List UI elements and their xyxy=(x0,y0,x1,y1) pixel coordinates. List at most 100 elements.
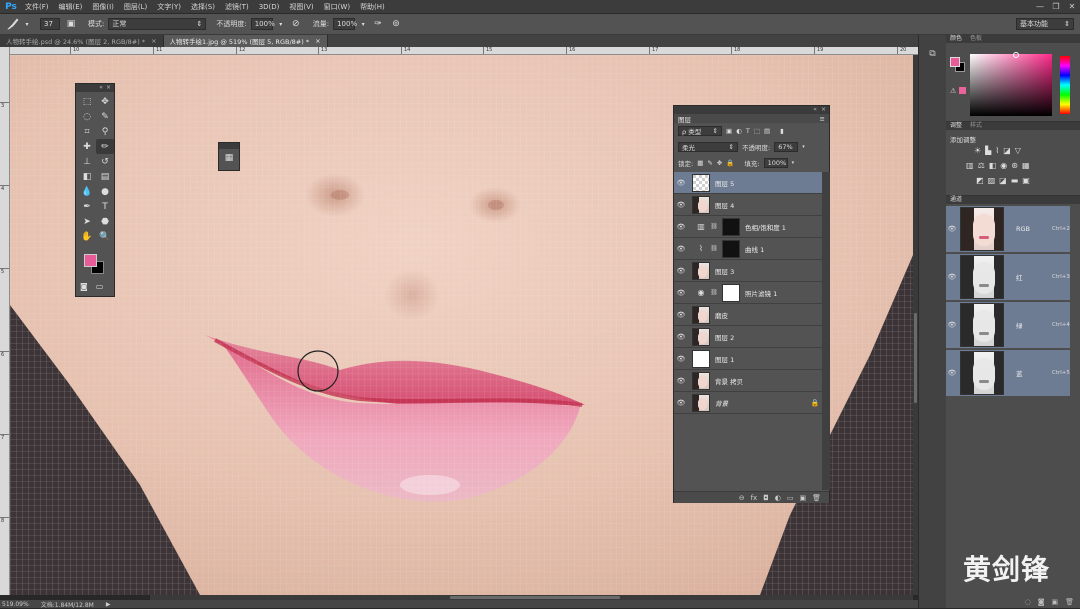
menu-window[interactable]: 窗口(W) xyxy=(319,0,355,14)
eye-icon[interactable]: 👁 xyxy=(674,289,688,297)
filter-toggle-icon[interactable]: ▮ xyxy=(780,127,784,135)
opacity-input[interactable]: 100% xyxy=(250,18,275,30)
new-layer-icon[interactable]: ▣ xyxy=(799,494,806,502)
tab-document-psd[interactable]: 人物转手绘.psd @ 24.6% (图层 2, RGB/8#) * × xyxy=(0,35,164,47)
menu-select[interactable]: 选择(S) xyxy=(186,0,220,14)
menu-help[interactable]: 帮助(H) xyxy=(355,0,390,14)
channel-row[interactable]: 👁 红 Ctrl+3 xyxy=(946,254,1070,300)
new-group-icon[interactable]: ▭ xyxy=(787,494,794,502)
foreground-color-swatch[interactable] xyxy=(84,254,97,267)
panel-menu-icon[interactable]: ≡ xyxy=(820,115,825,123)
layer-name[interactable]: 图层 2 xyxy=(715,332,822,342)
eye-icon[interactable]: 👁 xyxy=(674,333,688,341)
eyedropper-tool-icon[interactable]: ⚲ xyxy=(96,124,114,139)
panel-header[interactable]: «× xyxy=(76,84,114,92)
hue-saturation-icon[interactable]: ▥ xyxy=(966,161,974,170)
new-adjustment-icon[interactable]: ◐ xyxy=(775,494,781,502)
selective-color-icon[interactable]: ▣ xyxy=(1022,176,1030,185)
color-lookup-icon[interactable]: ▦ xyxy=(1022,161,1030,170)
layer-name[interactable]: 图层 4 xyxy=(715,200,822,210)
clone-stamp-tool-icon[interactable]: ⊥ xyxy=(78,154,96,169)
menu-file[interactable]: 文件(F) xyxy=(20,0,54,14)
panel-header[interactable]: «× xyxy=(674,106,829,114)
brightness-contrast-icon[interactable]: ☀ xyxy=(974,146,981,155)
channel-row[interactable]: 👁 绿 Ctrl+4 xyxy=(946,302,1070,348)
layer-name[interactable]: 背景 xyxy=(715,398,808,408)
eye-icon[interactable]: 👁 xyxy=(946,321,958,329)
workspace-select[interactable]: 基本功能 ⇕ xyxy=(1016,18,1074,30)
layer-opacity-input[interactable]: 67% xyxy=(774,142,799,152)
black-white-icon[interactable]: ◧ xyxy=(989,161,997,170)
gamut-warning-swatch[interactable] xyxy=(959,87,966,94)
color-balance-icon[interactable]: ⚖ xyxy=(978,161,985,170)
chevron-down-icon[interactable]: ▾ xyxy=(802,144,805,150)
quick-mask-icon[interactable]: ◙ xyxy=(80,282,88,291)
delete-layer-icon[interactable]: 🗑 xyxy=(812,494,821,502)
brush-size-picker[interactable]: 37 xyxy=(40,18,60,30)
layer-style-icon[interactable]: fx xyxy=(751,494,758,502)
screen-mode-icon[interactable]: ▭ xyxy=(96,282,104,291)
exposure-icon[interactable]: ◪ xyxy=(1003,146,1011,155)
layer-row[interactable]: 👁 ▥ ⛓ 色相/饱和度 1 xyxy=(674,216,822,238)
fill-input[interactable]: 100% xyxy=(763,158,788,168)
brush-tool-icon[interactable]: ✏ xyxy=(96,139,114,154)
levels-icon[interactable]: ▙ xyxy=(985,146,991,155)
color-picker-marker[interactable] xyxy=(1013,52,1019,58)
minimize-button[interactable]: — xyxy=(1034,1,1046,12)
layer-row[interactable]: 👁 背景 🔒 xyxy=(674,392,822,414)
layer-name[interactable]: 背景 拷贝 xyxy=(715,376,822,386)
close-icon[interactable]: × xyxy=(821,106,826,114)
eye-icon[interactable]: 👁 xyxy=(946,273,958,281)
layers-tab[interactable]: 图层 xyxy=(678,114,691,124)
layer-row[interactable]: 👁 图层 5 xyxy=(674,172,822,194)
eye-icon[interactable]: 👁 xyxy=(674,245,688,253)
close-icon[interactable]: × xyxy=(106,84,111,92)
tab-channels[interactable]: 通道 xyxy=(950,196,962,204)
pressure-opacity-icon[interactable]: ⊘ xyxy=(289,18,303,31)
properties-icon[interactable]: ▦ xyxy=(219,153,239,163)
filter-adjust-icon[interactable]: ◐ xyxy=(736,127,742,135)
tab-styles[interactable]: 样式 xyxy=(970,122,982,130)
brush-panel-toggle-icon[interactable]: ▣ xyxy=(64,18,78,31)
zoom-tool-icon[interactable]: 🔍 xyxy=(96,229,114,244)
channel-mixer-icon[interactable]: ⊛ xyxy=(1011,161,1018,170)
status-arrow-icon[interactable]: ▶ xyxy=(106,601,111,608)
layer-mask-thumbnail[interactable] xyxy=(722,217,740,236)
layer-row[interactable]: 👁 图层 2 xyxy=(674,326,822,348)
hand-tool-icon[interactable]: ✋ xyxy=(78,229,96,244)
filter-smart-icon[interactable]: ▤ xyxy=(764,127,770,135)
path-select-tool-icon[interactable]: ➤ xyxy=(78,214,96,229)
close-icon[interactable]: × xyxy=(315,37,320,45)
layer-row[interactable]: 👁 磨皮 xyxy=(674,304,822,326)
type-tool-icon[interactable]: T xyxy=(96,199,114,214)
move-tool-icon[interactable]: ✥ xyxy=(96,94,114,109)
eye-icon[interactable]: 👁 xyxy=(674,311,688,319)
flow-input[interactable]: 100% xyxy=(333,18,357,30)
scroll-thumb[interactable] xyxy=(450,596,620,599)
tab-color[interactable]: 颜色 xyxy=(950,35,962,43)
color-field[interactable] xyxy=(970,54,1052,116)
eraser-tool-icon[interactable]: ◧ xyxy=(78,169,96,184)
horizontal-ruler[interactable]: 10 11 12 13 14 15 16 17 18 19 20 xyxy=(10,47,918,55)
eye-icon[interactable]: 👁 xyxy=(674,377,688,385)
pen-tool-icon[interactable]: ✒ xyxy=(78,199,96,214)
menu-filter[interactable]: 滤镜(T) xyxy=(220,0,254,14)
layer-name[interactable]: 曲线 1 xyxy=(745,244,822,254)
history-panel-icon[interactable]: ⧉ xyxy=(925,49,941,59)
collapse-icon[interactable]: « xyxy=(99,84,103,92)
panel-header[interactable] xyxy=(219,143,239,149)
tab-swatches[interactable]: 色板 xyxy=(970,35,982,43)
crop-tool-icon[interactable]: ⌗ xyxy=(78,124,96,139)
eye-icon[interactable]: 👁 xyxy=(946,369,958,377)
menu-image[interactable]: 图像(I) xyxy=(87,0,119,14)
delete-channel-icon[interactable]: 🗑 xyxy=(1065,598,1074,606)
gradient-tool-icon[interactable]: ▤ xyxy=(96,169,114,184)
history-brush-tool-icon[interactable]: ↺ xyxy=(96,154,114,169)
scroll-thumb[interactable] xyxy=(914,313,917,403)
eye-icon[interactable]: 👁 xyxy=(674,201,688,209)
dodge-tool-icon[interactable]: ● xyxy=(96,184,114,199)
filter-type-icon[interactable]: T xyxy=(746,127,750,135)
tab-document-jpg[interactable]: 人物转手绘1.jpg @ 519% (图层 5, RGB/8#) * × xyxy=(163,35,328,47)
filter-pixel-icon[interactable]: ▣ xyxy=(726,127,732,135)
filter-shape-icon[interactable]: ⬚ xyxy=(754,127,760,135)
